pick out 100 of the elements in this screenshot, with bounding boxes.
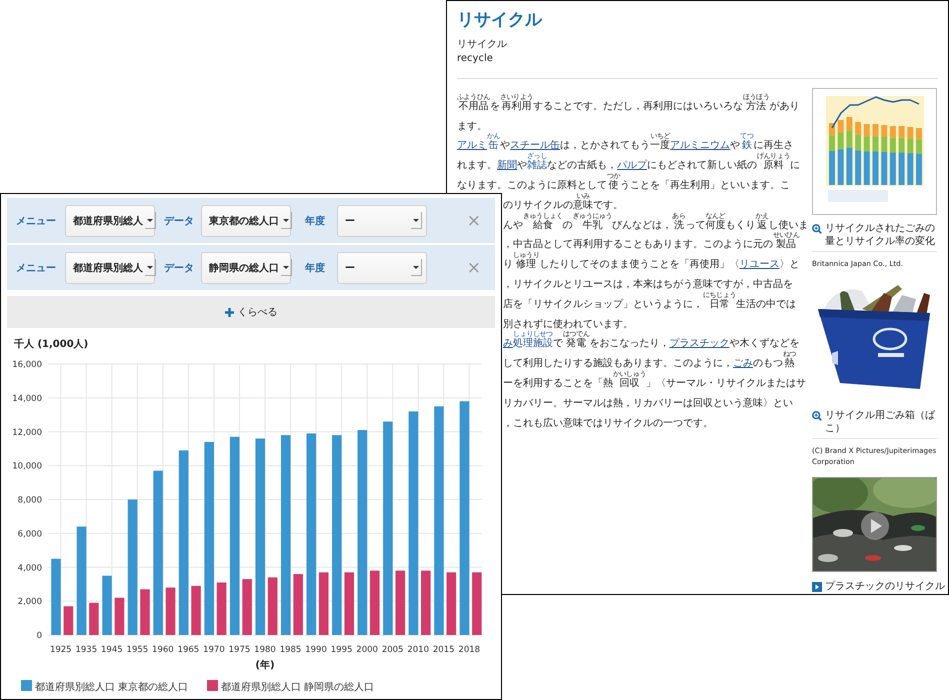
stacked-bar [864, 124, 870, 185]
bar [268, 577, 278, 635]
bar [472, 572, 482, 635]
x-tick-label: 2010 [407, 645, 429, 655]
stacked-bar [846, 117, 852, 185]
link[interactable]: プラスチック [669, 338, 730, 350]
stacked-bar [838, 120, 844, 185]
zoom-icon[interactable] [812, 224, 822, 234]
x-tick-label: 1955 [126, 645, 148, 655]
y-tick-label: 16,000 [12, 360, 42, 370]
x-tick-label: 2015 [432, 645, 455, 655]
media-caption[interactable]: プラスチックのリサイクル [825, 580, 945, 593]
bar [344, 572, 354, 635]
x-tick-label: 1980 [254, 645, 276, 655]
link[interactable]: み [503, 338, 513, 350]
x-tick-label: 1960 [152, 645, 174, 655]
play-icon[interactable] [860, 511, 890, 541]
media-caption[interactable]: リサイクルされたごみの量とリサイクル率の変化 [825, 222, 937, 248]
stacked-bar [907, 127, 914, 185]
x-axis-title: (年) [255, 660, 275, 671]
zoom-icon[interactable] [812, 411, 822, 421]
bar [102, 576, 112, 635]
dropdown[interactable]: ー [337, 204, 427, 236]
field-label: メニュー [16, 262, 57, 274]
bar [421, 570, 431, 635]
article-english: recycle [457, 52, 494, 66]
y-tick-label: 2,000 [18, 597, 42, 608]
caret-icon [145, 259, 156, 276]
y-axis-title: 千人 (1,000人) [14, 339, 88, 350]
field-label: メニュー [16, 214, 57, 228]
link[interactable]: アルミ [457, 140, 487, 152]
y-tick-label: 14,000 [12, 394, 42, 404]
x-tick-label: 1985 [280, 645, 302, 655]
x-tick-label: 1925 [50, 645, 72, 655]
bar [446, 572, 456, 635]
y-tick-label: 0 [36, 631, 42, 641]
compare-button[interactable]: くらべる [7, 296, 495, 328]
bar [191, 586, 201, 635]
article-title: リサイクル [457, 9, 544, 31]
stacked-bar [916, 128, 922, 185]
bar [114, 598, 124, 635]
bar [140, 589, 150, 635]
bar [293, 574, 303, 635]
dropdown[interactable]: 都道府県別総人 [65, 204, 155, 236]
x-tick-label: 1975 [228, 645, 250, 655]
x-tick-label: 2000 [356, 645, 378, 655]
link[interactable]: スチール缶 [510, 140, 560, 152]
caret-icon [145, 212, 156, 229]
bar [318, 572, 328, 635]
bar [242, 579, 252, 635]
x-tick-label: 1945 [101, 645, 123, 655]
media-caption[interactable]: リサイクル用ごみ箱（ばこ） [825, 409, 937, 435]
x-tick-label: 2005 [382, 645, 404, 655]
x-tick-label: 1935 [75, 645, 98, 655]
bar [64, 606, 74, 635]
x-tick-label: 2018 [458, 645, 480, 655]
bar [370, 570, 380, 635]
x-tick-label: 1990 [305, 645, 327, 655]
field-label: データ [164, 214, 195, 228]
bar [89, 602, 99, 635]
paragraph-line: ，これも広い意味ではリサイクルの一つです。 [503, 416, 713, 430]
y-tick-label: 4,000 [18, 563, 42, 574]
field-label: データ [164, 262, 195, 274]
plus-icon [224, 308, 234, 316]
link[interactable]: ごみ [733, 358, 753, 370]
stacked-bar [898, 126, 905, 185]
x-tick-label: 1970 [203, 645, 225, 655]
dropdown[interactable]: 東京都の総人口 [201, 204, 291, 236]
link[interactable]: 新聞 [497, 160, 517, 172]
paragraph-line: ，リサイクルとリユースは，本来はちがう意味ですが，中古品を [503, 278, 793, 291]
paragraph-line: ます。 [457, 120, 487, 133]
field-label: 年度 [305, 261, 326, 274]
y-tick-label: 10,000 [12, 462, 42, 472]
paragraph-line: リカバリー。サーマルは熱，リカバリーは回収という意味〉とい [503, 396, 793, 410]
y-tick-label: 8,000 [18, 496, 42, 506]
caret-icon [411, 212, 422, 229]
stacked-bar [872, 124, 878, 185]
dropdown[interactable]: ー [337, 252, 427, 284]
caret-icon [281, 259, 292, 276]
x-tick-label: 1965 [178, 645, 200, 655]
stacked-bar [881, 125, 888, 185]
bar [395, 570, 406, 635]
stacked-bar [890, 126, 896, 185]
paragraph-line: 別されずに使われています。 [503, 318, 633, 331]
bar [166, 588, 176, 635]
legend-label: 都道府県別総人口 静岡県の総人口 [221, 682, 374, 693]
stacked-bar [829, 123, 835, 185]
dropdown[interactable]: 都道府県別総人 [65, 252, 155, 284]
link[interactable]: パルプ [617, 160, 647, 172]
article-reading: リサイクル [457, 38, 508, 52]
caret-icon [411, 259, 422, 276]
stacked-bar [855, 122, 862, 185]
dropdown[interactable]: 静岡県の総人口 [201, 252, 291, 284]
link[interactable]: アルミニウム [670, 140, 730, 152]
field-label: 年度 [305, 214, 326, 228]
x-tick-label: 1995 [330, 645, 352, 655]
link[interactable]: リユース [739, 259, 780, 272]
bar [216, 582, 226, 635]
caret-icon [281, 212, 292, 229]
video-icon[interactable] [812, 582, 822, 592]
